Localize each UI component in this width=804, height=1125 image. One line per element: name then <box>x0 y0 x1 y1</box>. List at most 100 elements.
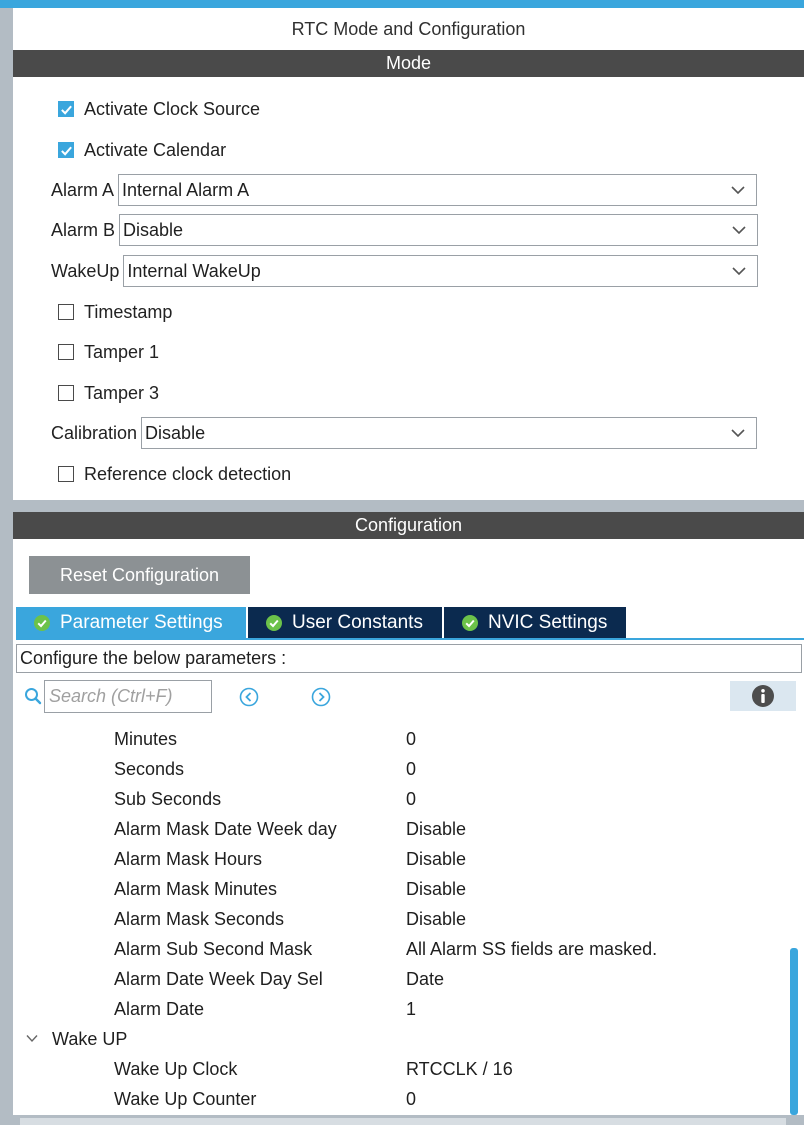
alarm-a-select[interactable]: Internal Alarm A <box>118 174 758 206</box>
param-value: Disable <box>406 909 467 929</box>
tamper3-checkbox[interactable]: Tamper 3 <box>58 381 159 405</box>
param-value: 0 <box>406 1089 417 1109</box>
param-value: 0 <box>406 729 417 749</box>
param-name: Alarm Date Week Day Sel <box>114 969 323 989</box>
param-row[interactable]: Wake Up Counter 0 <box>16 1084 786 1114</box>
check-icon <box>60 105 72 115</box>
arrow-right-circle-icon[interactable] <box>311 687 331 707</box>
alarm-a-value: Internal Alarm A <box>122 179 250 200</box>
tamper1-checkbox[interactable]: Tamper 1 <box>58 340 159 364</box>
param-value: All Alarm SS fields are masked. <box>406 939 658 959</box>
alarm-b-label: Alarm B <box>51 219 116 240</box>
calibration-value: Disable <box>145 422 206 443</box>
param-value: 0 <box>406 789 417 809</box>
param-value: Disable <box>406 879 467 899</box>
chevron-down-icon[interactable] <box>26 1034 38 1043</box>
wakeup-label: WakeUp <box>51 260 120 281</box>
parameter-list: Minutes 0 Seconds 0 Sub Seconds 0 Alarm … <box>16 718 786 1115</box>
param-name: Wake Up Counter <box>114 1089 257 1109</box>
param-name: Alarm Mask Seconds <box>114 909 285 929</box>
param-row[interactable]: Minutes 0 <box>16 724 786 754</box>
checkbox-unchecked[interactable] <box>58 344 74 360</box>
activate-clock-source-label: Activate Clock Source <box>84 98 261 119</box>
wakeup-select[interactable]: Internal WakeUp <box>123 255 759 287</box>
alarm-a-label: Alarm A <box>51 179 115 200</box>
alarm-b-select[interactable]: Disable <box>119 214 759 246</box>
param-row[interactable]: Alarm Mask Hours Disable <box>16 844 786 874</box>
param-name: Minutes <box>114 729 178 749</box>
check-circle-icon <box>462 614 478 631</box>
param-row[interactable]: Alarm Sub Second Mask All Alarm SS field… <box>16 934 786 964</box>
group-label: Wake UP <box>52 1029 128 1049</box>
param-row[interactable]: Wake Up Clock RTCCLK / 16 <box>16 1054 786 1084</box>
param-name: Wake Up Clock <box>114 1059 238 1079</box>
wakeup-row: WakeUp Internal WakeUp <box>51 255 759 287</box>
activate-clock-source-checkbox[interactable]: Activate Clock Source <box>58 97 260 121</box>
calibration-select[interactable]: Disable <box>141 417 758 449</box>
tab-underline <box>16 638 804 640</box>
param-row[interactable]: Alarm Mask Date Week day Disable <box>16 814 786 844</box>
param-row[interactable]: Seconds 0 <box>16 754 786 784</box>
left-rail <box>0 8 13 1125</box>
configuration-section-header: Configuration <box>13 512 804 539</box>
param-value: Date <box>406 969 445 989</box>
search-icon[interactable] <box>24 687 42 705</box>
group-wake-up[interactable]: Wake UP <box>16 1024 786 1054</box>
alarm-b-row: Alarm B Disable <box>51 214 759 246</box>
info-button[interactable] <box>730 681 796 711</box>
tab-label: User Constants <box>292 611 423 633</box>
checkbox-checked[interactable] <box>58 101 74 117</box>
chevron-down-icon <box>731 186 745 195</box>
param-row[interactable]: Sub Seconds 0 <box>16 784 786 814</box>
mode-section-header: Mode <box>13 50 804 77</box>
tab-label: NVIC Settings <box>488 611 608 633</box>
param-name: Alarm Sub Second Mask <box>114 939 313 959</box>
check-icon <box>60 146 72 156</box>
param-row[interactable]: Alarm Date Week Day Sel Date <box>16 964 786 994</box>
param-row[interactable]: Alarm Date 1 <box>16 994 786 1024</box>
param-value: 0 <box>406 759 417 779</box>
tab-label: Parameter Settings <box>60 611 223 633</box>
checkbox-checked[interactable] <box>58 142 74 158</box>
alarm-a-row: Alarm A Internal Alarm A <box>51 174 758 206</box>
checkbox-unchecked[interactable] <box>58 466 74 482</box>
configure-description: Configure the below parameters : <box>16 644 802 673</box>
param-name: Seconds <box>114 759 185 779</box>
config-tabs: Parameter Settings User Constants NVIC S… <box>16 607 628 638</box>
reset-configuration-button[interactable]: Reset Configuration <box>29 556 250 594</box>
tamper3-label: Tamper 3 <box>84 382 160 403</box>
param-name: Sub Seconds <box>114 789 222 809</box>
chevron-down-icon <box>732 226 746 235</box>
param-row[interactable]: Alarm Mask Minutes Disable <box>16 874 786 904</box>
tab-user-constants[interactable]: User Constants <box>248 607 444 638</box>
alarm-b-value: Disable <box>123 219 184 240</box>
reference-clock-label: Reference clock detection <box>84 463 292 484</box>
param-name: Alarm Mask Date Week day <box>114 819 337 839</box>
param-name: Alarm Date <box>114 999 205 1019</box>
panel-title: RTC Mode and Configuration <box>291 18 526 39</box>
param-value: RTCCLK / 16 <box>406 1059 513 1079</box>
top-accent-bar <box>0 0 804 8</box>
param-row[interactable]: Alarm Mask Seconds Disable <box>16 904 786 934</box>
tab-nvic-settings[interactable]: NVIC Settings <box>444 607 628 638</box>
vertical-scrollbar[interactable] <box>786 718 800 1115</box>
timestamp-checkbox[interactable]: Timestamp <box>58 300 172 324</box>
chevron-down-icon <box>731 429 745 438</box>
activate-calendar-label: Activate Calendar <box>84 139 227 160</box>
arrow-left-circle-icon[interactable] <box>239 687 259 707</box>
activate-calendar-checkbox[interactable]: Activate Calendar <box>58 138 226 162</box>
search-input[interactable] <box>44 680 212 713</box>
param-value: Disable <box>406 819 467 839</box>
check-circle-icon <box>266 614 282 631</box>
calibration-label: Calibration <box>51 422 138 443</box>
scrollbar-thumb[interactable] <box>790 948 798 1115</box>
checkbox-unchecked[interactable] <box>58 304 74 320</box>
tab-parameter-settings[interactable]: Parameter Settings <box>16 607 248 638</box>
checkbox-unchecked[interactable] <box>58 385 74 401</box>
tamper1-label: Tamper 1 <box>84 341 160 362</box>
section-divider <box>13 500 804 512</box>
param-value: 1 <box>406 999 417 1019</box>
chevron-down-icon <box>732 267 746 276</box>
info-icon <box>752 685 774 707</box>
reference-clock-checkbox[interactable]: Reference clock detection <box>58 462 291 486</box>
